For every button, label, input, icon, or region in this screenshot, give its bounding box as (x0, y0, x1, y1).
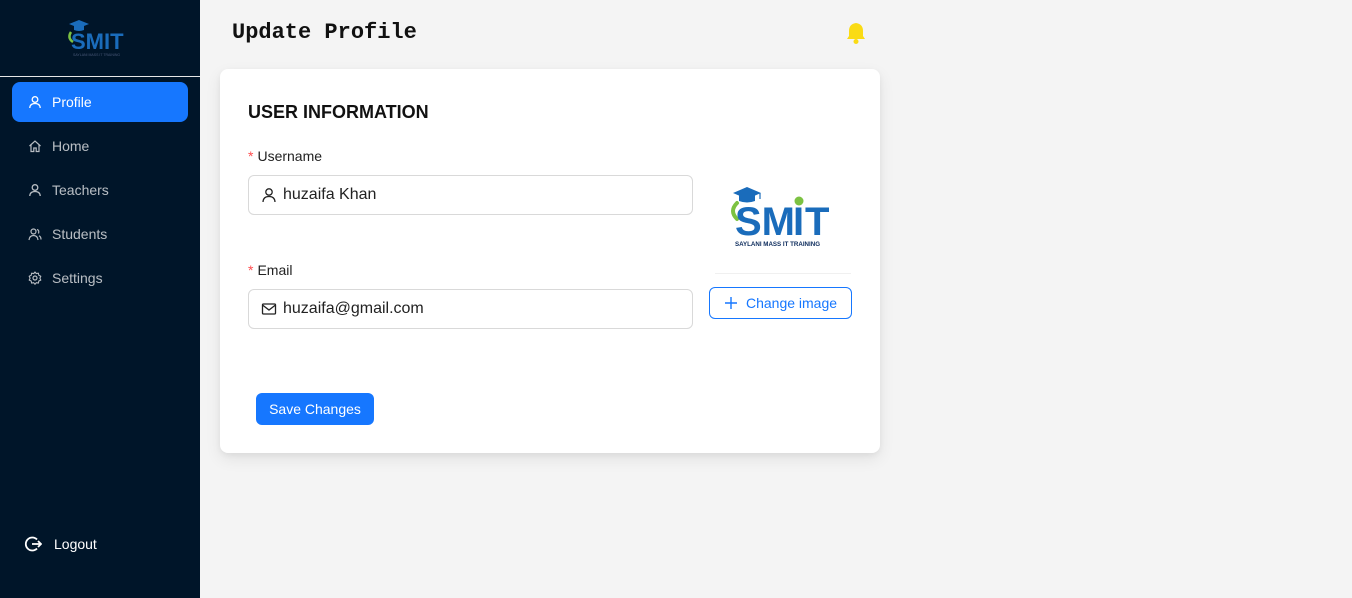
svg-text:SAYLANI MASS IT TRAINING: SAYLANI MASS IT TRAINING (73, 53, 120, 57)
svg-text:SM: SM (735, 200, 795, 244)
username-label: * Username (248, 148, 323, 164)
sidebar-logo-area: SMIT SAYLANI MASS IT TRAINING (0, 0, 200, 77)
logout-label: Logout (54, 536, 97, 552)
home-icon (28, 139, 42, 153)
username-input[interactable]: huzaifa Khan (248, 175, 693, 215)
email-label: * Email (248, 262, 293, 278)
card-title: USER INFORMATION (248, 102, 429, 122)
sidebar-item-settings[interactable]: Settings (12, 258, 188, 298)
user-icon (28, 183, 42, 197)
change-image-button[interactable]: Change image (709, 287, 852, 319)
username-value: huzaifa Khan (283, 186, 377, 203)
plus-icon (724, 296, 738, 310)
smit-logo[interactable]: SMIT SAYLANI MASS IT TRAINING (65, 18, 135, 58)
svg-text:SMIT: SMIT (71, 29, 124, 54)
mail-icon (261, 301, 277, 317)
sidebar-item-teachers[interactable]: Teachers (12, 170, 188, 210)
logout-button[interactable]: Logout (24, 535, 97, 553)
svg-text:I: I (793, 200, 804, 244)
sidebar-menu: Profile Home Teachers Students Settings (12, 82, 188, 302)
svg-text:T: T (805, 200, 829, 244)
sidebar-item-label: Home (52, 138, 90, 154)
change-image-label: Change image (745, 295, 838, 311)
required-mark: * (248, 148, 254, 164)
required-mark: * (248, 262, 254, 278)
sidebar-item-students[interactable]: Students (12, 214, 188, 254)
sidebar: SMIT SAYLANI MASS IT TRAINING Profile Ho… (0, 0, 200, 598)
sidebar-item-label: Settings (52, 270, 103, 286)
profile-image: SM I T SAYLANI MASS IT TRAINING (731, 187, 829, 248)
divider (715, 273, 851, 274)
save-changes-button[interactable]: Save Changes (256, 393, 374, 425)
logo-tagline: SAYLANI MASS IT TRAINING (735, 241, 820, 248)
gear-icon (28, 271, 42, 285)
sidebar-item-home[interactable]: Home (12, 126, 188, 166)
email-input[interactable]: huzaifa@gmail.com (248, 289, 693, 329)
bell-icon[interactable] (845, 21, 867, 45)
page-title: Update Profile (232, 20, 417, 45)
logout-icon (24, 535, 42, 553)
sidebar-item-label: Teachers (52, 182, 109, 198)
sidebar-item-profile[interactable]: Profile (12, 82, 188, 122)
sidebar-item-label: Students (52, 226, 108, 242)
user-icon (28, 95, 42, 109)
email-value: huzaifa@gmail.com (283, 300, 424, 317)
team-icon (28, 227, 42, 241)
sidebar-item-label: Profile (52, 94, 92, 110)
profile-card: USER INFORMATION * Username huzaifa Khan … (220, 69, 880, 453)
user-icon (261, 187, 277, 203)
